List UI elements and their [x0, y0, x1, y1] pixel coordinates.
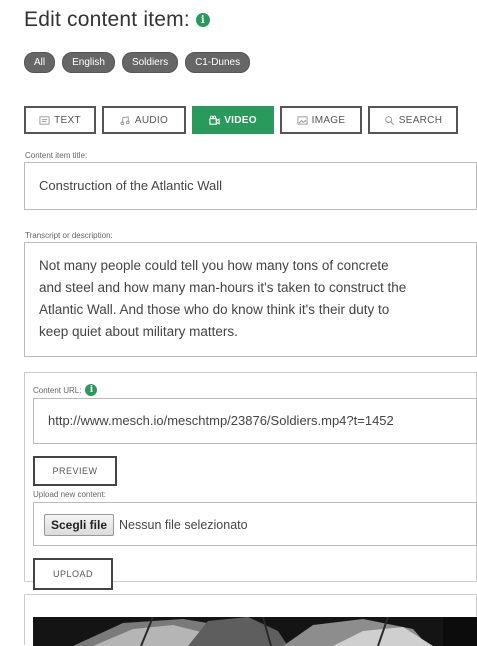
tab-text[interactable]: TEXT — [24, 106, 96, 134]
video-camera-icon — [209, 115, 220, 125]
tab-audio[interactable]: AUDIO — [102, 106, 186, 134]
content-type-tabs: TEXT AUDIO VIDEO IMAGE SEARCH — [24, 106, 458, 134]
transcript-text: Not many people could tell you how many … — [39, 255, 406, 343]
tab-image-label: IMAGE — [311, 114, 346, 126]
preview-button[interactable]: PREVIEW — [33, 456, 117, 486]
tab-audio-label: AUDIO — [134, 114, 169, 126]
page-title: Edit content item: i — [24, 8, 210, 32]
upload-label: Upload new content: — [33, 490, 106, 499]
tag-soldiers[interactable]: Soldiers — [121, 52, 179, 73]
file-chooser-row: Scegli file Nessun file selezionato — [44, 514, 248, 536]
text-doc-icon — [39, 115, 50, 125]
content-url-field[interactable]: http://www.mesch.io/meschtmp/23876/Soldi… — [33, 398, 477, 444]
video-player[interactable] — [33, 617, 477, 646]
transcript-line: Atlantic Wall. And those who do know thi… — [39, 302, 390, 317]
content-url-header: Content URL: i — [33, 384, 98, 396]
video-frame — [33, 617, 477, 646]
info-icon[interactable]: i — [195, 13, 210, 27]
video-preview-panel — [24, 594, 477, 646]
tag-all[interactable]: All — [24, 52, 56, 73]
no-file-text: Nessun file selezionato — [119, 518, 248, 532]
transcript-textarea[interactable]: Not many people could tell you how many … — [24, 242, 477, 357]
transcript-line: keep quiet about military matters. — [39, 324, 238, 339]
tag-english[interactable]: English — [62, 52, 115, 73]
info-icon[interactable]: i — [85, 384, 98, 396]
content-title-value: Construction of the Atlantic Wall — [39, 178, 223, 193]
tab-search-label: SEARCH — [398, 114, 443, 126]
page-title-text: Edit content item: — [24, 8, 190, 31]
search-icon — [384, 115, 394, 125]
file-chooser: Scegli file Nessun file selezionato — [33, 502, 477, 546]
tag-c1-dunes[interactable]: C1-Dunes — [185, 52, 251, 73]
tab-video[interactable]: VIDEO — [192, 106, 274, 134]
choose-file-button[interactable]: Scegli file — [44, 514, 115, 536]
transcript-line: Not many people could tell you how many … — [39, 258, 389, 273]
audio-icon — [120, 115, 130, 125]
tab-video-label: VIDEO — [224, 114, 257, 126]
content-title-label: Content item title: — [25, 151, 88, 160]
content-title-field[interactable]: Construction of the Atlantic Wall — [24, 162, 477, 210]
upload-button[interactable]: UPLOAD — [33, 558, 113, 590]
transcript-label: Transcript or description: — [25, 231, 113, 240]
image-icon — [297, 115, 308, 125]
transcript-line: and steel and how many man-hours it's ta… — [39, 280, 407, 295]
content-url-label: Content URL: — [33, 385, 82, 395]
content-url-value: http://www.mesch.io/meschtmp/23876/Soldi… — [48, 413, 394, 428]
tag-list: All English Soldiers C1-Dunes — [24, 52, 251, 73]
tab-search[interactable]: SEARCH — [368, 106, 458, 134]
tab-text-label: TEXT — [54, 114, 81, 126]
tab-image[interactable]: IMAGE — [280, 106, 362, 134]
